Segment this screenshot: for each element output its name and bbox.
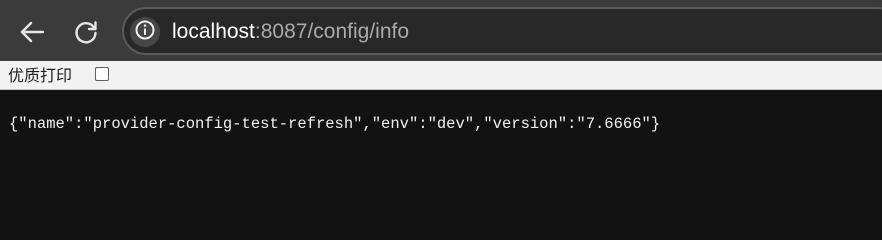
pretty-print-bar: 优质打印 — [0, 61, 882, 90]
url-path: :8087/config/info — [254, 20, 410, 43]
page-content: {"name":"provider-config-test-refresh","… — [0, 90, 882, 209]
site-info-button[interactable] — [130, 17, 160, 47]
pretty-print-label: 优质打印 — [8, 66, 73, 85]
back-button[interactable] — [14, 14, 50, 50]
arrow-left-icon — [18, 18, 46, 46]
reload-button[interactable] — [68, 14, 104, 50]
info-icon — [134, 19, 156, 46]
url-host: localhost — [172, 20, 255, 43]
pretty-print-checkbox[interactable] — [95, 67, 109, 81]
reload-icon — [72, 18, 100, 46]
url-text[interactable]: localhost:8087/config/info — [172, 17, 409, 47]
browser-toolbar: localhost:8087/config/info — [0, 0, 882, 61]
json-response-text: {"name":"provider-config-test-refresh","… — [9, 115, 661, 133]
